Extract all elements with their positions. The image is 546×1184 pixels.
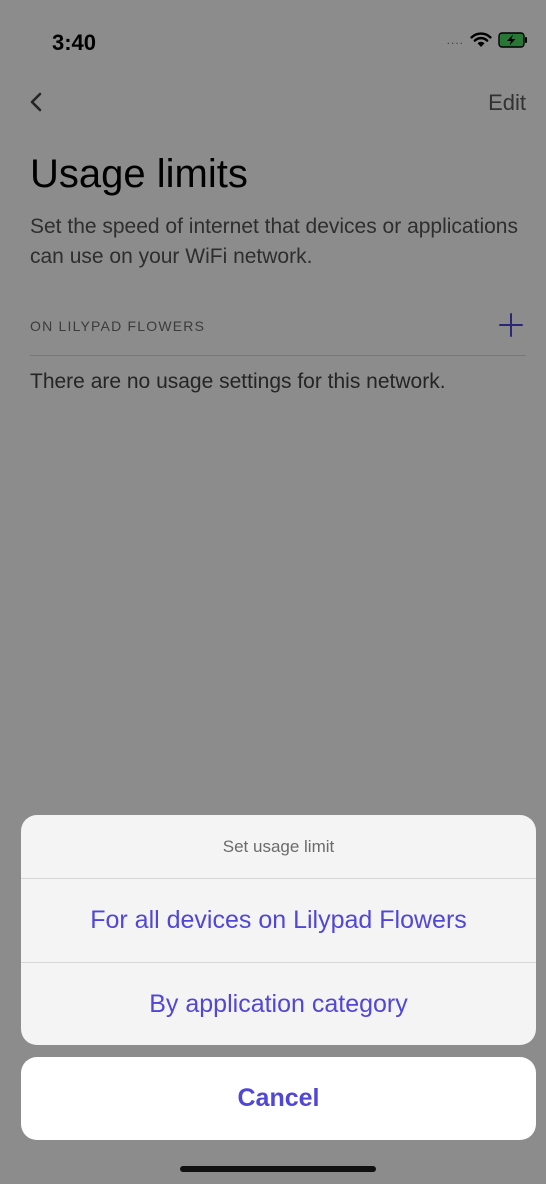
usage-limits-screen: 3:40 .... Edit Usage limits Set the spee… — [0, 0, 546, 1184]
action-sheet-title: Set usage limit — [21, 815, 536, 879]
option-application-category[interactable]: By application category — [21, 962, 536, 1045]
action-sheet: Set usage limit For all devices on Lilyp… — [21, 815, 536, 1045]
option-all-devices[interactable]: For all devices on Lilypad Flowers — [21, 879, 536, 962]
cancel-button[interactable]: Cancel — [21, 1057, 536, 1140]
home-indicator[interactable] — [180, 1166, 376, 1172]
